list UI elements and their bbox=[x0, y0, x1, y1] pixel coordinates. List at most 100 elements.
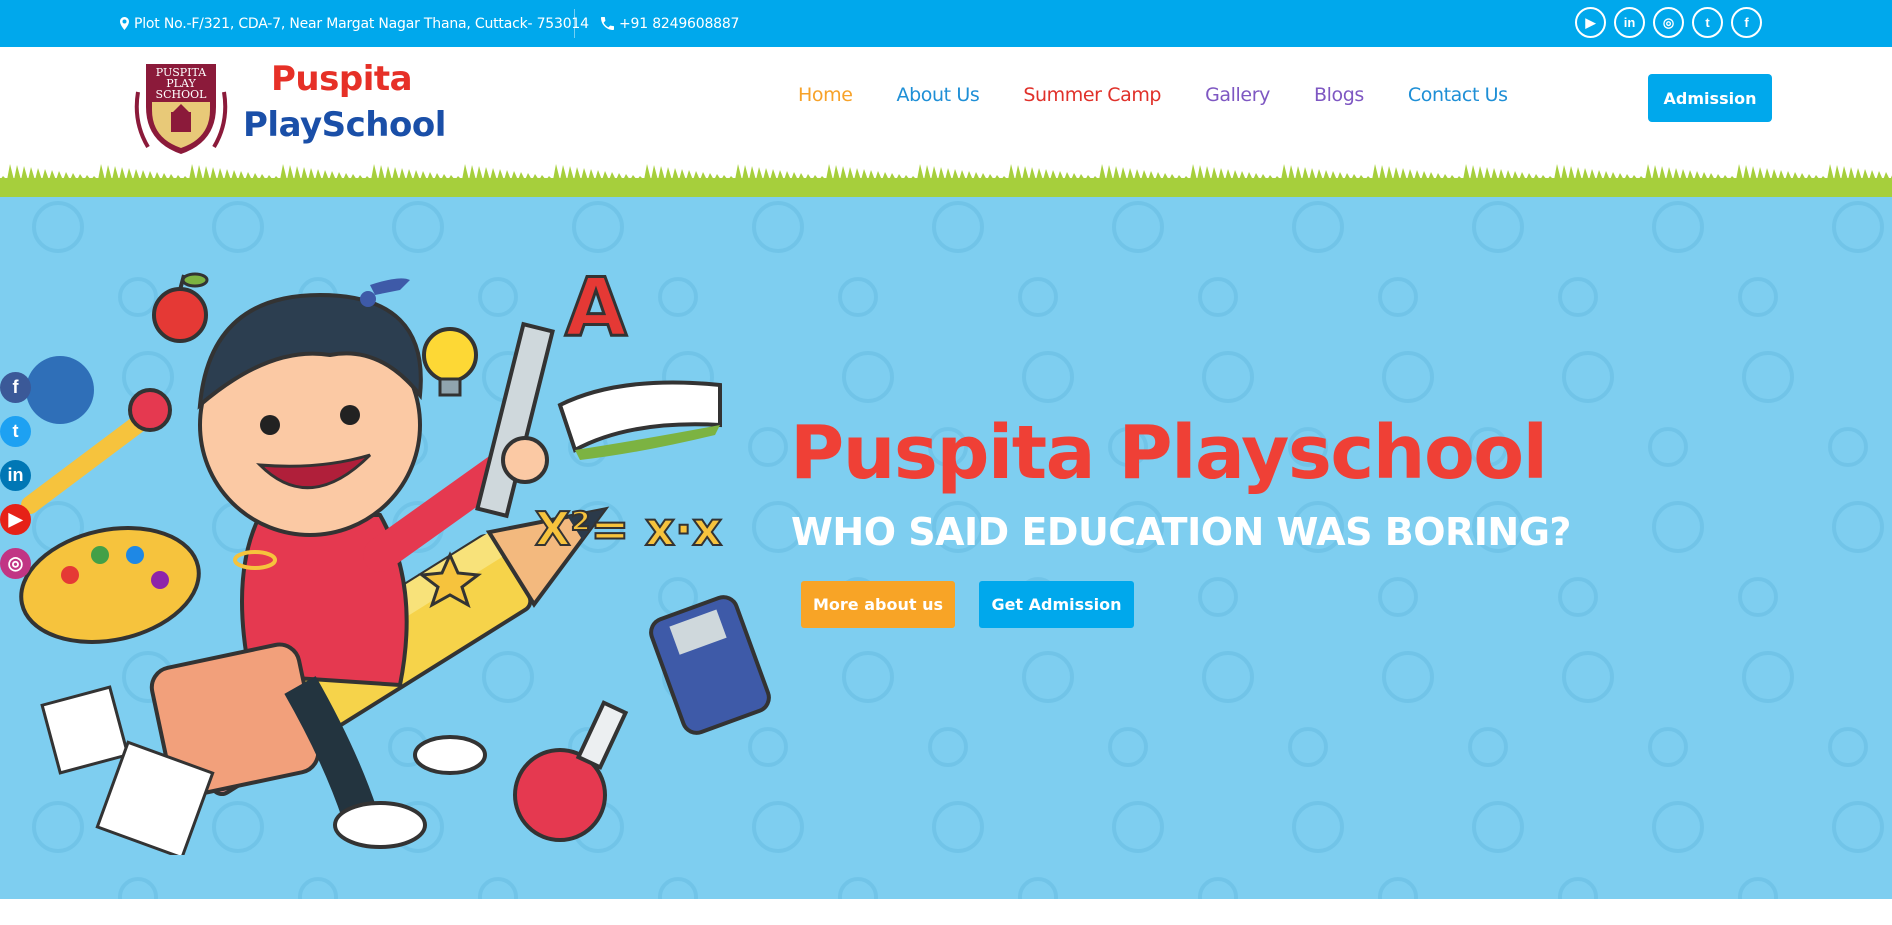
pattern-doodle bbox=[752, 201, 804, 253]
pattern-doodle bbox=[658, 877, 698, 899]
pattern-doodle bbox=[1198, 277, 1238, 317]
grass-divider bbox=[0, 164, 1892, 198]
pattern-doodle bbox=[1832, 801, 1884, 853]
pattern-doodle bbox=[842, 651, 894, 703]
pattern-doodle bbox=[298, 877, 338, 899]
pattern-doodle bbox=[212, 201, 264, 253]
nav-gallery[interactable]: Gallery bbox=[1205, 84, 1270, 106]
pattern-doodle bbox=[1382, 351, 1434, 403]
pattern-doodle bbox=[1108, 727, 1148, 767]
nav-about-us[interactable]: About Us bbox=[897, 84, 980, 106]
pattern-doodle bbox=[1018, 877, 1058, 899]
hero-section: A X²= x·x Puspita Playschool WHO SAID ED… bbox=[0, 197, 1892, 899]
pattern-doodle bbox=[1558, 577, 1598, 617]
pattern-doodle bbox=[1832, 501, 1884, 553]
pattern-doodle bbox=[32, 201, 84, 253]
pattern-doodle bbox=[1288, 727, 1328, 767]
pattern-doodle bbox=[1198, 577, 1238, 617]
more-about-us-button[interactable]: More about us bbox=[801, 581, 955, 628]
pattern-doodle bbox=[1742, 351, 1794, 403]
pattern-doodle bbox=[1558, 277, 1598, 317]
pattern-doodle bbox=[1112, 201, 1164, 253]
pattern-doodle bbox=[1558, 877, 1598, 899]
logo-badge-text-3: SCHOOL bbox=[156, 88, 208, 101]
pattern-doodle bbox=[928, 727, 968, 767]
linkedin-icon[interactable]: in bbox=[0, 460, 31, 491]
pattern-doodle bbox=[1652, 801, 1704, 853]
pattern-doodle bbox=[1378, 277, 1418, 317]
twitter-icon[interactable]: t bbox=[0, 416, 31, 447]
social-links-top: ▶ in ◎ t f bbox=[1575, 7, 1762, 38]
pattern-doodle bbox=[1468, 727, 1508, 767]
instagram-icon[interactable]: ◎ bbox=[1653, 7, 1684, 38]
top-bar: Plot No.-F/321, CDA-7, Near Margat Nagar… bbox=[0, 0, 1892, 47]
nav-contact-us[interactable]: Contact Us bbox=[1408, 84, 1508, 106]
pattern-doodle bbox=[1112, 801, 1164, 853]
linkedin-icon[interactable]: in bbox=[1614, 7, 1645, 38]
hero-illustration: A X²= x·x bbox=[19, 260, 771, 855]
phone-text: +91 8249608887 bbox=[619, 15, 740, 32]
pattern-doodle bbox=[392, 201, 444, 253]
pattern-doodle bbox=[1738, 877, 1778, 899]
floating-social-bar: f t in ▶ ◎ bbox=[0, 372, 31, 579]
math-equation: X²= x·x bbox=[535, 502, 722, 556]
youtube-icon[interactable]: ▶ bbox=[1575, 7, 1606, 38]
pattern-doodle bbox=[1378, 577, 1418, 617]
logo-text-line1[interactable]: Puspita bbox=[271, 59, 413, 99]
pattern-doodle bbox=[1472, 801, 1524, 853]
pattern-doodle bbox=[1652, 501, 1704, 553]
pattern-doodle bbox=[1738, 277, 1778, 317]
pattern-doodle bbox=[478, 877, 518, 899]
pattern-doodle bbox=[1832, 201, 1884, 253]
nav-blogs[interactable]: Blogs bbox=[1314, 84, 1364, 106]
pattern-doodle bbox=[932, 201, 984, 253]
letter-a: A bbox=[565, 261, 627, 354]
pattern-doodle bbox=[1382, 651, 1434, 703]
map-marker-icon bbox=[120, 17, 129, 30]
address: Plot No.-F/321, CDA-7, Near Margat Nagar… bbox=[120, 0, 589, 47]
address-text: Plot No.-F/321, CDA-7, Near Margat Nagar… bbox=[134, 15, 589, 32]
pattern-doodle bbox=[1022, 651, 1074, 703]
divider bbox=[574, 9, 575, 38]
youtube-icon[interactable]: ▶ bbox=[0, 504, 31, 535]
pattern-doodle bbox=[118, 877, 158, 899]
main-nav: Home About Us Summer Camp Gallery Blogs … bbox=[798, 84, 1552, 106]
pattern-doodle bbox=[1292, 801, 1344, 853]
facebook-icon[interactable]: f bbox=[1731, 7, 1762, 38]
get-admission-button[interactable]: Get Admission bbox=[979, 581, 1134, 628]
admission-button[interactable]: Admission bbox=[1648, 74, 1772, 122]
pattern-doodle bbox=[1018, 277, 1058, 317]
pattern-doodle bbox=[1202, 351, 1254, 403]
pattern-doodle bbox=[572, 201, 624, 253]
hero-title: Puspita Playschool bbox=[790, 410, 1548, 496]
pattern-doodle bbox=[1828, 427, 1868, 467]
pattern-doodle bbox=[1828, 727, 1868, 767]
pattern-doodle bbox=[1198, 877, 1238, 899]
pattern-doodle bbox=[1378, 877, 1418, 899]
nav-summer-camp[interactable]: Summer Camp bbox=[1023, 84, 1161, 106]
pattern-doodle bbox=[1648, 727, 1688, 767]
pattern-doodle bbox=[1022, 351, 1074, 403]
phone[interactable]: +91 8249608887 bbox=[601, 0, 739, 47]
twitter-icon[interactable]: t bbox=[1692, 7, 1723, 38]
phone-icon bbox=[601, 17, 614, 30]
pattern-doodle bbox=[842, 351, 894, 403]
hero-subtitle: WHO SAID EDUCATION WAS BORING? bbox=[791, 510, 1571, 554]
instagram-icon[interactable]: ◎ bbox=[0, 548, 31, 579]
nav-home[interactable]: Home bbox=[798, 84, 853, 106]
pattern-doodle bbox=[1472, 201, 1524, 253]
pattern-doodle bbox=[932, 801, 984, 853]
pattern-doodle bbox=[1292, 201, 1344, 253]
pattern-doodle bbox=[838, 277, 878, 317]
pattern-doodle bbox=[838, 877, 878, 899]
pattern-doodle bbox=[1742, 651, 1794, 703]
facebook-icon[interactable]: f bbox=[0, 372, 31, 403]
header: PUSPITA PLAY SCHOOL Puspita PlaySchool H… bbox=[0, 47, 1892, 167]
logo-badge[interactable]: PUSPITA PLAY SCHOOL bbox=[128, 52, 234, 162]
pattern-doodle bbox=[1652, 201, 1704, 253]
pattern-doodle bbox=[1562, 651, 1614, 703]
logo-text-line2[interactable]: PlaySchool bbox=[243, 105, 446, 145]
pattern-doodle bbox=[1648, 427, 1688, 467]
pattern-doodle bbox=[1562, 351, 1614, 403]
pattern-doodle bbox=[1738, 577, 1778, 617]
